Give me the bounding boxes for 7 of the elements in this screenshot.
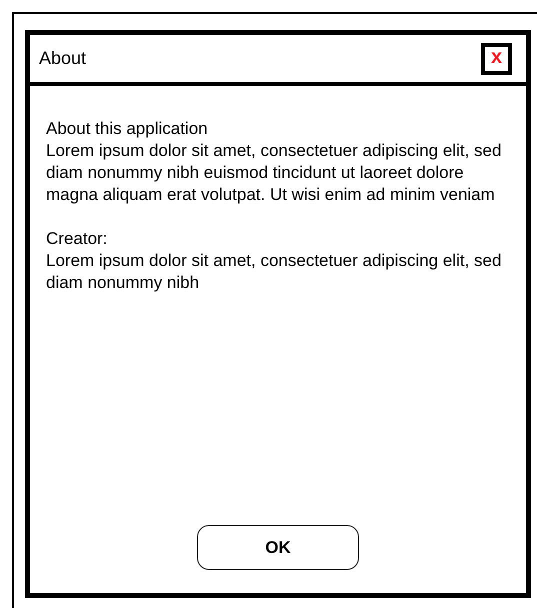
ok-button[interactable]: OK: [197, 525, 359, 570]
close-button[interactable]: x: [481, 42, 512, 74]
paragraph: Lorem ipsum dolor sit amet, consectetuer adipiscing elit, sed diam nonummy nibh euismod tincidunt ut laoreet dolore magna aliquam erat volutpat. Ut wisi enim ad minim veniam: [46, 140, 502, 206]
section-heading: About this application: [46, 118, 209, 140]
paragraph: Lorem ipsum dolor sit amet, consectetuer adipiscing elit, sed diam nonummy nibh: [46, 250, 502, 294]
section-heading: Creator:: [46, 228, 108, 250]
window-title: About: [39, 48, 86, 69]
